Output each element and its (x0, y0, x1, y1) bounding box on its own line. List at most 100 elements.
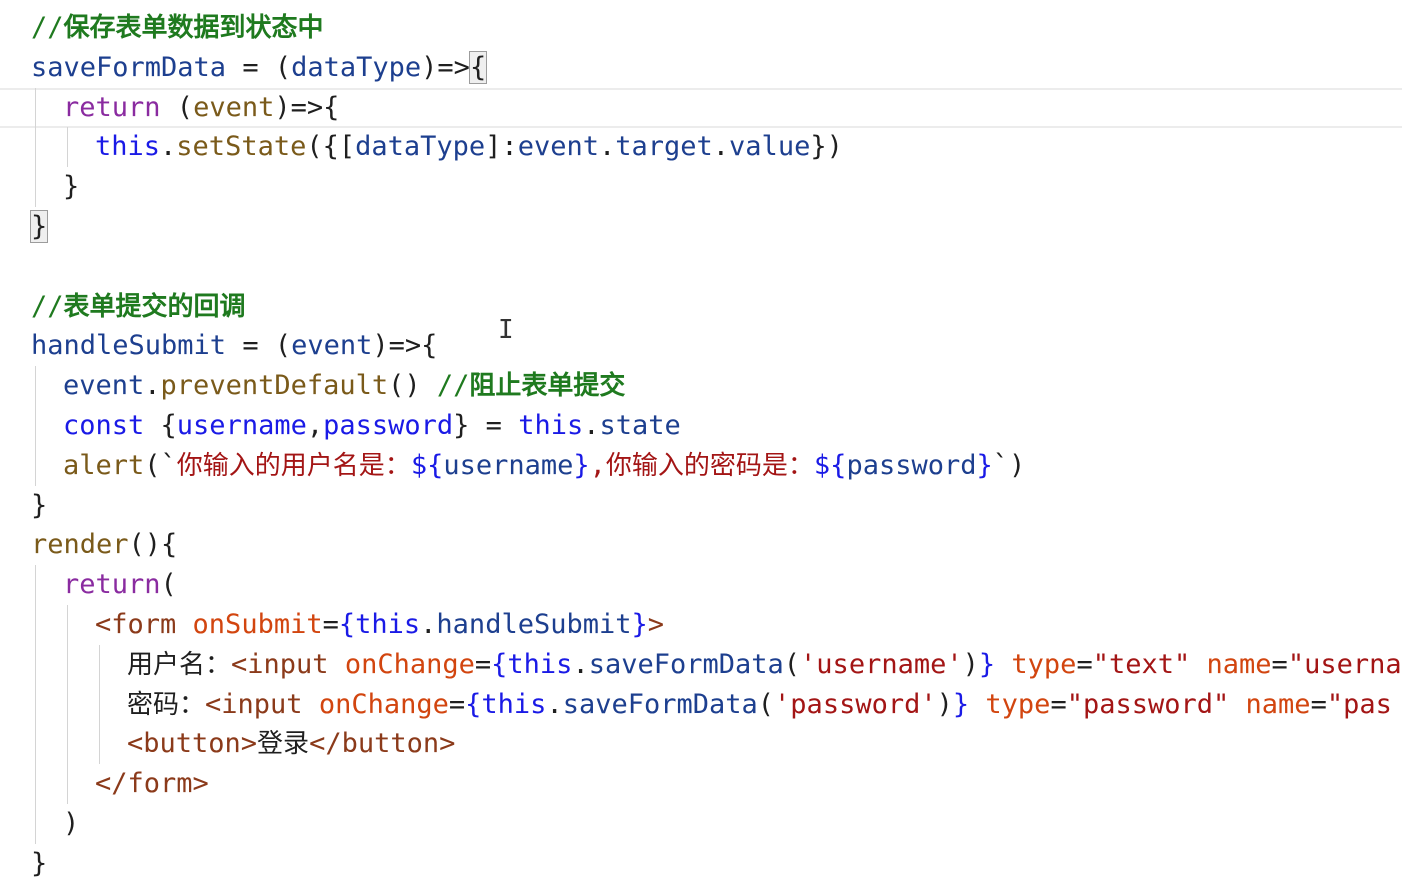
text-cursor-icon: I (498, 315, 514, 345)
code-token: 'password' (774, 688, 937, 720)
code-token: )=>{ (274, 91, 340, 123)
indent-guide (99, 724, 100, 765)
code-token: ) (936, 688, 953, 720)
indent-guide (99, 684, 100, 725)
code-token: "password" (1066, 688, 1230, 720)
code-token: 'username' (800, 648, 963, 680)
code-token: ( (757, 688, 775, 720)
indent-guide (35, 445, 36, 486)
code-token: } (976, 449, 993, 481)
code-token: this (481, 688, 547, 720)
code-token: )=> (421, 51, 470, 83)
code-token: ( (783, 648, 801, 680)
code-token: . (572, 648, 589, 680)
code-token: (` (144, 449, 177, 481)
code-token: // (436, 370, 470, 402)
indent-guide (67, 605, 68, 645)
code-token: this (507, 648, 573, 680)
code-token: 阻止表单提交 (469, 371, 626, 402)
code-token: "userna (1287, 648, 1402, 680)
indent-guide (67, 684, 68, 725)
code-token: = ( (226, 51, 292, 83)
indent-guide (35, 406, 36, 446)
code-token: 登录 (257, 729, 310, 760)
indent-guide (35, 804, 36, 844)
code-token: . (144, 370, 161, 402)
indent-guide (35, 167, 36, 207)
code-token: )=>{ (372, 330, 438, 362)
code-token: { (465, 688, 482, 720)
indent-guide (67, 764, 68, 804)
matched-bracket: } (29, 210, 49, 243)
code-token: onChange (318, 688, 449, 720)
code-token: . (583, 410, 600, 441)
code-token: <form (95, 609, 177, 640)
code-token: username (443, 449, 574, 481)
code-token: } (31, 847, 48, 879)
code-token: > (647, 609, 665, 640)
code-token: , (306, 410, 324, 441)
indent-guide (35, 605, 36, 645)
code-token: preventDefault (160, 370, 389, 402)
code-token: (){ (128, 529, 178, 561)
indent-guide (35, 724, 36, 765)
code-token: this (95, 131, 161, 163)
code-token: ( (160, 91, 194, 123)
code-token: value (729, 131, 811, 163)
code-token: . (598, 131, 616, 163)
code-token: setState (176, 131, 307, 163)
code-token: event (291, 330, 373, 362)
code-token: 用户名： (127, 649, 232, 680)
code-token: ]: (485, 131, 518, 163)
code-token: event (193, 91, 275, 123)
code-token: }) (810, 131, 843, 163)
code-token: { (144, 410, 177, 441)
indent-guide (35, 127, 36, 168)
code-token: dataType (291, 51, 422, 83)
code-token: return (63, 91, 161, 123)
code-token: saveFormData (31, 51, 227, 83)
code-token: </form> (95, 768, 209, 800)
code-token: } (952, 688, 970, 720)
code-token: , (589, 449, 606, 481)
code-line[interactable]: return (event)=>{ (0, 87, 1402, 128)
indent-guide (67, 724, 68, 765)
indent-guide (35, 684, 36, 725)
code-token: = (322, 609, 339, 640)
code-token: this (355, 609, 421, 640)
code-token: } (63, 171, 80, 203)
code-token: ) (63, 808, 80, 839)
code-editor[interactable]: I //保存表单数据到状态中 saveFormData = (dataType)=… (0, 0, 1402, 882)
code-token: { (491, 648, 508, 680)
code-token: () (388, 370, 437, 402)
code-token: <button> (127, 728, 258, 760)
code-token: onSubmit (192, 609, 323, 640)
indent-guide (99, 644, 100, 685)
code-token: onChange (344, 648, 475, 680)
code-token: 表单提交的回调 (63, 291, 246, 322)
code-token: "text" (1092, 648, 1191, 680)
code-token: name (1206, 648, 1272, 680)
code-token: password (846, 449, 977, 481)
code-token: <input (205, 688, 303, 720)
code-token: } (978, 648, 996, 680)
code-token: = (448, 688, 466, 720)
code-token: // (31, 290, 64, 322)
indent-guide (35, 87, 36, 128)
indent-guide (35, 764, 36, 804)
code-token: type (1011, 648, 1077, 680)
code-token: . (420, 609, 437, 640)
code-token: "pas (1326, 688, 1392, 720)
code-token: // (31, 12, 64, 43)
code-token: ( (160, 569, 177, 601)
code-token: 密码： (127, 689, 206, 720)
code-token: 你输入的用户名是： (176, 450, 411, 481)
code-token: saveFormData (562, 688, 758, 720)
